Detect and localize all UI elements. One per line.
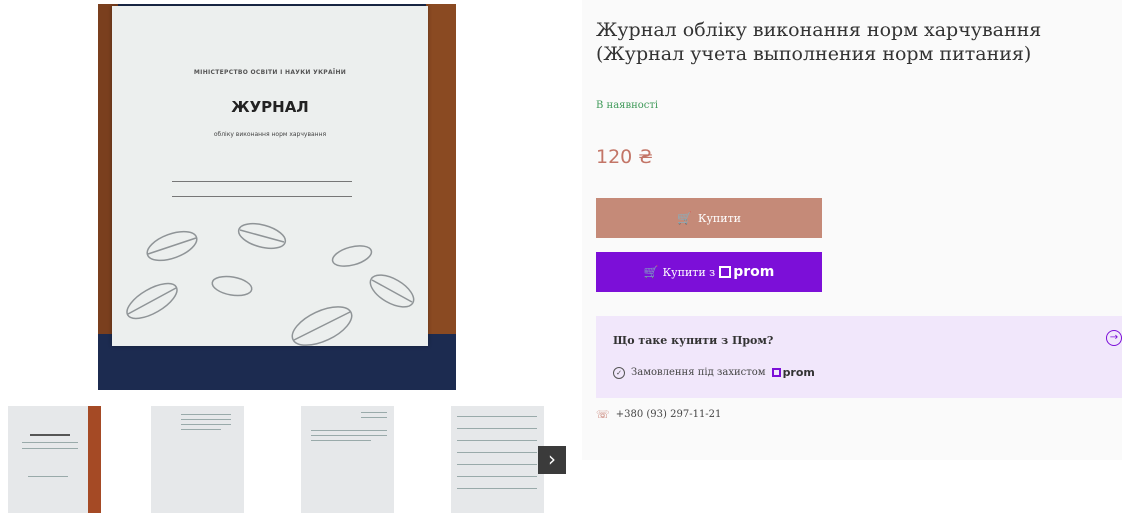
- chevron-right-icon: ›: [548, 447, 556, 471]
- prom-logo: prom: [771, 366, 815, 379]
- thumbnail-image: [181, 424, 231, 425]
- availability-status: В наявності: [596, 100, 659, 111]
- thumbnail-image: [457, 488, 537, 489]
- thumbnail-1[interactable]: [8, 406, 101, 513]
- thumbnail-image: [22, 448, 78, 449]
- thumbnail-image: [30, 434, 70, 436]
- thumbnail-image: [457, 464, 537, 465]
- phone-icon: ☏: [596, 408, 610, 421]
- product-info-panel: Журнал обліку виконання норм харчування …: [582, 0, 1122, 460]
- thumbnail-image: [457, 428, 537, 429]
- buy-with-prom-label: Купити з: [662, 265, 716, 279]
- product-title: Журнал обліку виконання норм харчування …: [596, 19, 1042, 65]
- thumbnail-strip: [8, 406, 568, 513]
- check-circle-icon: ✓: [613, 366, 625, 379]
- buy-button-label: Купити: [697, 211, 742, 225]
- prom-logo-text: prom: [782, 366, 815, 379]
- thumbnail-image: [311, 440, 371, 441]
- cover-line: [172, 181, 352, 182]
- prom-square-icon: [719, 266, 732, 278]
- prom-guarantee: ✓ Замовлення під захистом prom: [613, 366, 815, 379]
- buy-with-prom-button[interactable]: 🛒 Купити з prom: [596, 252, 822, 292]
- prom-info-box: Що таке купити з Пром? → ✓ Замовлення пі…: [596, 316, 1122, 398]
- cover-title: ЖУРНАЛ: [231, 98, 309, 116]
- prom-square-icon: [771, 368, 781, 377]
- buy-button[interactable]: 🛒 Купити: [596, 198, 822, 238]
- thumbnail-image: [88, 406, 101, 513]
- phone-number: +380 (93) 297-11-21: [615, 409, 722, 420]
- photo-background: [426, 4, 456, 390]
- guarantee-text: Замовлення під захистом: [631, 367, 766, 378]
- thumbnail-image: [361, 417, 387, 418]
- cover-ministry-text: МІНІСТЕРСТВО ОСВІТИ І НАУКИ УКРАЇНИ: [193, 69, 347, 76]
- prom-logo-text: prom: [733, 264, 775, 280]
- phone-contact[interactable]: ☏ +380 (93) 297-11-21: [596, 408, 721, 421]
- main-product-photo[interactable]: МІНІСТЕРСТВО ОСВІТИ І НАУКИ УКРАЇНИ ЖУРН…: [98, 4, 456, 390]
- thumbnail-image: [457, 452, 537, 453]
- thumbnail-image: [181, 419, 231, 420]
- thumbnail-4[interactable]: [451, 406, 544, 513]
- thumbnail-image: [311, 435, 387, 436]
- cover-subtitle: обліку виконання норм харчування: [213, 131, 327, 138]
- thumbnail-image: [457, 416, 537, 417]
- cart-icon: 🛒: [643, 265, 659, 279]
- leaf-pattern-decoration: [126, 222, 415, 346]
- thumbnail-image: [181, 414, 231, 415]
- thumbnail-image: [361, 412, 387, 413]
- journal-cover: МІНІСТЕРСТВО ОСВІТИ І НАУКИ УКРАЇНИ ЖУРН…: [112, 6, 428, 346]
- thumbnail-image: [181, 429, 221, 430]
- thumbnail-image: [311, 430, 387, 431]
- next-image-button[interactable]: ›: [538, 446, 566, 474]
- cart-icon: 🛒: [676, 211, 692, 225]
- thumbnail-image: [457, 440, 537, 441]
- thumbnail-image: [28, 476, 68, 477]
- thumbnail-image: [22, 442, 78, 443]
- thumbnail-3[interactable]: [301, 406, 394, 513]
- expand-arrow-icon[interactable]: →: [1106, 330, 1122, 346]
- product-price: 120 ₴: [596, 146, 654, 168]
- thumbnail-image: [457, 476, 537, 477]
- prom-question-link[interactable]: Що таке купити з Пром?: [613, 334, 773, 347]
- prom-logo: prom: [719, 264, 774, 280]
- cover-line: [172, 196, 352, 197]
- thumbnail-2[interactable]: [151, 406, 244, 513]
